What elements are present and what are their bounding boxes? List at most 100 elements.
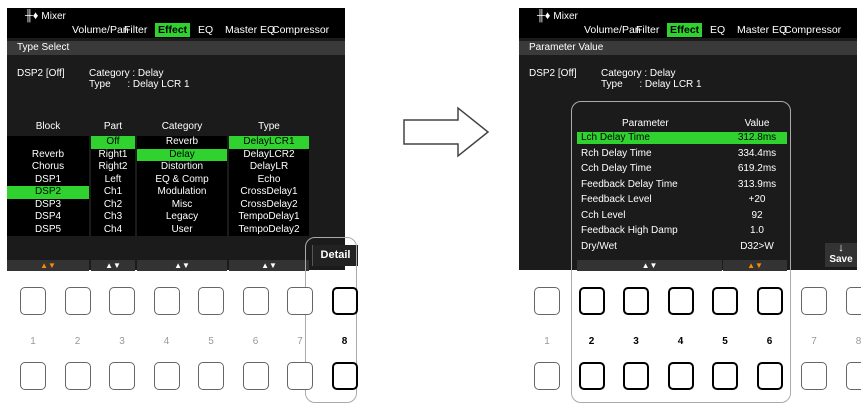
column-header-block: Block [35,121,61,132]
button-number-3: 3 [119,336,125,347]
dsp-label: DSP2 [Off] [17,68,65,79]
list-item[interactable]: Reverb [7,149,89,162]
list-item[interactable]: DelayLCR1 [229,136,309,149]
button-number-6: 6 [766,336,773,347]
column-list-category: Reverb Delay Distortion EQ & Comp Modulation… [137,136,227,236]
type-line: Type : Delay LCR 1 [89,79,190,90]
list-item[interactable]: DSP4 [7,211,89,224]
tab-eq[interactable]: EQ [195,23,216,37]
list-item[interactable]: EQ & Comp [137,174,227,187]
screen-title: Mixer [553,11,578,22]
upper-button-7[interactable] [801,287,827,315]
upper-button-4[interactable] [667,287,694,315]
upper-button-3[interactable] [109,287,135,315]
upper-button-3[interactable] [623,287,649,315]
upper-button-4[interactable] [153,287,180,315]
section-title: Type Select [7,41,345,55]
button-number-5: 5 [722,336,728,347]
list-item[interactable]: Reverb [137,136,227,149]
list-item[interactable] [7,136,89,149]
lower-button-6[interactable] [756,362,783,390]
mixer-screen-type-select: ╫♦ Mixer Volume/Pan Filter Effect EQ Master E… [7,8,358,271]
column-list-block: Reverb Chorus DSP1 DSP2 DSP3 DSP4 DSP5 [7,136,89,236]
button-number-8: 8 [341,336,348,347]
button-number-6: 6 [252,336,259,347]
list-item[interactable]: Ch1 [91,186,135,199]
upper-button-8[interactable] [331,287,358,315]
list-item[interactable]: TempoDelay2 [229,224,309,237]
dsp-label: DSP2 [Off] [529,68,577,79]
right-arrow-icon [403,106,490,158]
lower-button-1[interactable] [20,362,46,390]
lower-button-8[interactable] [331,362,358,390]
upper-button-2[interactable] [64,287,91,315]
list-item[interactable]: User [137,224,227,237]
list-item[interactable]: Delay [137,148,227,161]
tab-compressor[interactable]: Compressor [269,23,332,37]
button-number-7: 7 [811,336,817,347]
list-item[interactable]: Legacy [137,211,227,224]
tab-effect[interactable]: Effect [155,23,191,37]
list-item[interactable]: Chorus [7,161,89,174]
upper-button-5[interactable] [198,287,224,315]
upper-button-6[interactable] [242,287,269,315]
button-number-7: 7 [297,336,303,347]
button-number-1: 1 [544,336,550,347]
mixer-icon: ╫♦ [25,10,39,22]
upper-button-1[interactable] [20,287,46,315]
lower-button-6[interactable] [242,362,269,390]
list-item[interactable]: DelayLCR2 [229,149,309,162]
lower-button-8[interactable] [845,362,861,390]
lower-button-3[interactable] [109,362,135,390]
list-item[interactable]: DSP5 [7,224,89,237]
upper-button-2[interactable] [578,287,605,315]
column-list-type: DelayLCR1 DelayLCR2 DelayLR Echo CrossDelay1… [229,136,309,236]
list-item[interactable]: Modulation [137,186,227,199]
lower-button-5[interactable] [712,362,738,390]
list-item[interactable]: CrossDelay1 [229,186,309,199]
list-item[interactable]: Off [91,136,135,149]
screen-title: Mixer [41,11,66,22]
tab-eq[interactable]: EQ [707,23,728,37]
tab-compressor[interactable]: Compressor [781,23,844,37]
list-item[interactable]: Ch3 [91,211,135,224]
lower-button-2[interactable] [578,362,605,390]
button-number-3: 3 [633,336,639,347]
upper-button-6[interactable] [756,287,783,315]
button-number-4: 4 [163,336,170,347]
mixer-icon: ╫♦ [537,10,551,22]
category-line: Category : Delay [601,68,676,79]
upper-button-1[interactable] [534,287,560,315]
lower-button-4[interactable] [667,362,694,390]
lower-button-1[interactable] [534,362,560,390]
list-item[interactable]: DSP3 [7,199,89,212]
list-item[interactable]: CrossDelay2 [229,199,309,212]
tab-filter[interactable]: Filter [633,23,662,37]
upper-button-8[interactable] [845,287,861,315]
lower-button-7[interactable] [287,362,313,390]
lower-button-4[interactable] [153,362,180,390]
list-item[interactable]: Echo [229,174,309,187]
tab-effect[interactable]: Effect [667,23,703,37]
list-item[interactable]: Left [91,174,135,187]
list-item[interactable]: DSP1 [7,174,89,187]
list-item[interactable]: Ch2 [91,199,135,212]
list-item[interactable]: DelayLR [229,161,309,174]
screen-header: ╫♦ Mixer Volume/Pan Filter Effect EQ Master E… [519,8,857,38]
list-item[interactable]: DSP2 [7,186,89,199]
save-label: Save [829,254,853,265]
list-item[interactable]: Right2 [91,161,135,174]
upper-button-7[interactable] [287,287,313,315]
lower-button-7[interactable] [801,362,827,390]
lower-button-3[interactable] [623,362,649,390]
save-button[interactable]: ↓ Save [825,243,857,267]
lower-button-2[interactable] [64,362,91,390]
list-item[interactable]: Misc [137,199,227,212]
list-item[interactable]: TempoDelay1 [229,211,309,224]
lower-button-5[interactable] [198,362,224,390]
list-item[interactable]: Ch4 [91,224,135,237]
list-item[interactable]: Right1 [91,149,135,162]
tab-filter[interactable]: Filter [121,23,150,37]
upper-button-5[interactable] [712,287,738,315]
list-item[interactable]: Distortion [137,161,227,174]
